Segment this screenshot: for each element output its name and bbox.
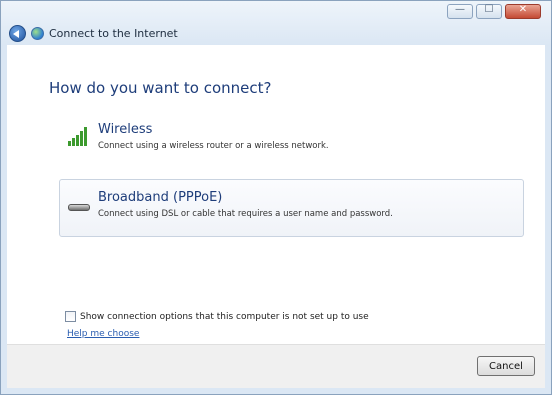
cancel-button[interactable]: Cancel bbox=[477, 356, 535, 376]
wireless-signal-icon bbox=[68, 126, 90, 146]
modem-icon bbox=[68, 204, 90, 211]
connect-to-internet-window: — ☐ ✕ Connect to the Internet How do you… bbox=[0, 0, 552, 395]
maximize-button[interactable]: ☐ bbox=[476, 4, 502, 19]
close-icon: ✕ bbox=[518, 4, 528, 15]
wizard-footer: Cancel bbox=[7, 344, 545, 388]
option-wireless-description: Connect using a wireless router or a wir… bbox=[98, 141, 329, 151]
network-globe-icon bbox=[31, 27, 44, 40]
option-wireless-title: Wireless bbox=[98, 122, 153, 137]
window-controls: — ☐ ✕ bbox=[447, 4, 541, 19]
option-broadband-description: Connect using DSL or cable that requires… bbox=[98, 209, 393, 219]
close-button[interactable]: ✕ bbox=[505, 4, 541, 19]
show-options-checkbox[interactable] bbox=[65, 311, 76, 322]
minimize-button[interactable]: — bbox=[447, 4, 473, 19]
option-wireless[interactable]: Wireless Connect using a wireless router… bbox=[59, 111, 524, 169]
window-frame-bottom bbox=[1, 388, 551, 394]
option-broadband[interactable]: Broadband (PPPoE) Connect using DSL or c… bbox=[59, 179, 524, 237]
wizard-content: How do you want to connect? Wireless Con… bbox=[7, 45, 545, 344]
back-button[interactable] bbox=[9, 25, 26, 42]
option-broadband-title: Broadband (PPPoE) bbox=[98, 190, 223, 205]
window-frame-right bbox=[545, 45, 551, 394]
show-options-row: Show connection options that this comput… bbox=[65, 311, 369, 322]
back-arrow-icon bbox=[13, 30, 19, 38]
page-heading: How do you want to connect? bbox=[49, 79, 272, 97]
maximize-icon: ☐ bbox=[484, 4, 494, 15]
help-me-choose-link[interactable]: Help me choose bbox=[67, 329, 139, 339]
show-options-label[interactable]: Show connection options that this comput… bbox=[80, 312, 369, 322]
minimize-icon: — bbox=[455, 4, 465, 15]
window-title: Connect to the Internet bbox=[49, 27, 178, 40]
